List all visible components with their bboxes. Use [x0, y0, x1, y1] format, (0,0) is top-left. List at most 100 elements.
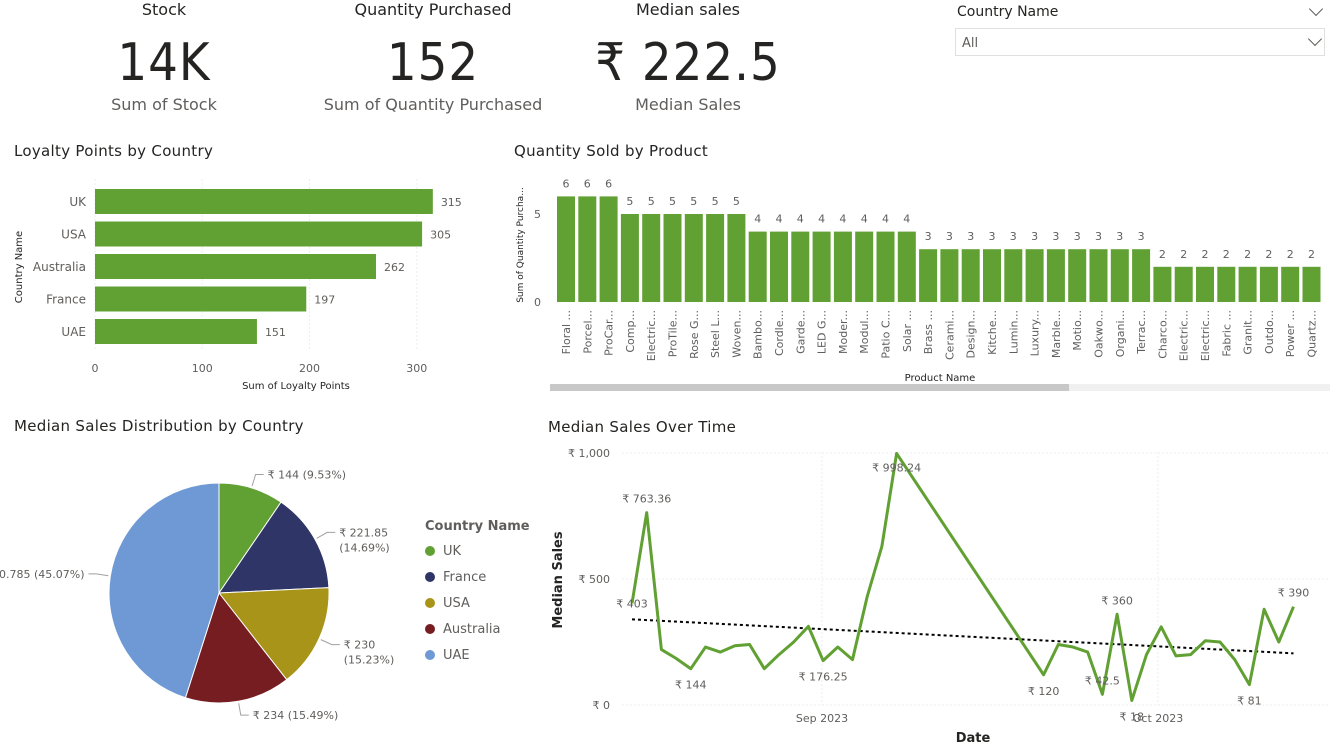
data-label: 2 — [1223, 248, 1230, 261]
data-label: ₹ 230 — [344, 639, 376, 652]
data-label: 315 — [441, 196, 462, 209]
x-tick-label: Luxury... — [1029, 310, 1042, 356]
legend-label: UAE — [443, 647, 470, 663]
data-label: 3 — [1052, 230, 1059, 243]
data-label: 3 — [1031, 230, 1038, 243]
bar — [95, 286, 307, 312]
data-label: 3 — [989, 230, 996, 243]
data-label: 4 — [861, 213, 868, 226]
kpi-title: Stock — [141, 0, 187, 19]
bar — [1196, 266, 1214, 302]
kpi-title: Median sales — [635, 0, 741, 19]
data-label: 5 — [648, 195, 655, 208]
data-label: 6 — [605, 177, 612, 190]
data-label: 4 — [797, 213, 804, 226]
kpi-value: 14K — [117, 33, 211, 93]
bar — [95, 189, 433, 214]
bar — [1238, 266, 1257, 302]
x-tick-label: Granit... — [1242, 310, 1255, 355]
kpi-card-median-sales: Median sales ₹ 222.5 Median Sales — [578, 0, 798, 135]
legend-item-australia[interactable]: Australia — [425, 616, 530, 642]
x-tick-label: LED G... — [816, 310, 829, 354]
bar — [95, 254, 376, 279]
slicer-dropdown[interactable]: All — [955, 28, 1325, 56]
data-label: 4 — [818, 213, 825, 226]
x-tick-label: Quartz... — [1306, 310, 1319, 357]
data-label: 5 — [712, 195, 719, 208]
kpi-title: Quantity Purchased — [354, 0, 512, 19]
x-tick-label: ProCar... — [603, 310, 616, 356]
data-label: 5 — [669, 195, 676, 208]
legend-label: Australia — [443, 621, 501, 637]
data-label: 2 — [1265, 248, 1272, 261]
leader-line — [316, 531, 336, 539]
x-tick-label: Electric... — [645, 310, 658, 361]
data-label: 3 — [1074, 230, 1081, 243]
data-label: 5 — [690, 195, 697, 208]
bar — [727, 214, 746, 302]
bar — [1259, 266, 1278, 302]
bar — [1302, 266, 1321, 302]
x-tick-label: Porcel... — [581, 310, 594, 354]
bar — [1132, 249, 1151, 302]
y-tick-label: 0 — [534, 296, 541, 309]
x-tick-label: Brass ... — [922, 310, 935, 354]
kpi-subtitle: Sum of Stock — [111, 95, 217, 114]
y-axis-title: Sum of Quantity Purcha... — [516, 187, 526, 303]
line-chart: ₹ 0₹ 500₹ 1,000Sep 2023 Oct 2023DateMedia… — [551, 447, 1330, 746]
data-label: ₹ 144 (9.53%) — [268, 469, 347, 482]
x-tick-label: Garde... — [794, 310, 807, 354]
data-label: 3 — [946, 230, 953, 243]
x-tick-label: Comp... — [624, 310, 637, 353]
bar — [919, 249, 938, 302]
x-tick-label: Steel L... — [709, 310, 722, 358]
data-label: ₹ 360 — [1101, 594, 1133, 607]
data-label: 305 — [430, 229, 451, 242]
data-label: 2 — [1180, 248, 1187, 261]
data-label: ₹ 390 — [1278, 587, 1310, 600]
legend-item-france[interactable]: France — [425, 564, 530, 590]
series-line — [630, 451, 1295, 702]
legend-dot — [425, 650, 435, 660]
x-tick-label: Charco... — [1156, 310, 1169, 359]
legend-item-uae[interactable]: UAE — [425, 642, 530, 668]
loyalty-chart-title: Loyalty Points by Country — [14, 142, 214, 160]
data-label: ₹ 42.5 — [1085, 674, 1120, 687]
kpi-subtitle: Median Sales — [635, 95, 741, 114]
y-tick-label: USA — [61, 228, 87, 242]
bar — [791, 231, 810, 302]
data-label: ₹ 221.85 — [339, 526, 388, 539]
y-axis-title: Country Name — [14, 231, 25, 303]
bar — [1004, 249, 1023, 302]
x-tick-label: Electric... — [1178, 310, 1191, 361]
data-label: 5 — [626, 195, 633, 208]
bar — [663, 214, 682, 302]
scrollbar-thumb[interactable] — [550, 384, 1069, 391]
bar — [578, 196, 597, 302]
legend-label: France — [443, 569, 487, 585]
x-tick-label: Solar ... — [901, 310, 914, 352]
kpi-card-stock: Stock 14K Sum of Stock — [64, 0, 264, 135]
data-label: ₹ 144 — [675, 679, 707, 692]
data-label: 3 — [967, 230, 974, 243]
data-label: (14.69%) — [339, 541, 390, 554]
legend-item-uk[interactable]: UK — [425, 538, 530, 564]
bar — [897, 231, 916, 302]
data-label: 197 — [314, 294, 335, 307]
legend-item-usa[interactable]: USA — [425, 590, 530, 616]
y-tick-label: ₹ 1,000 — [568, 447, 610, 460]
data-label: 151 — [265, 326, 286, 339]
pie-legend: Country Name UK France USA Australia UAE — [425, 519, 530, 668]
bar — [1068, 249, 1087, 302]
x-tick-label: 200 — [299, 362, 320, 375]
legend-label: UK — [443, 543, 462, 559]
bar — [642, 214, 661, 302]
y-tick-label: ₹ 0 — [593, 699, 611, 712]
horizontal-scrollbar[interactable] — [550, 384, 1330, 391]
chevron-down-icon — [1307, 31, 1323, 47]
bar — [748, 231, 767, 302]
bar — [876, 231, 895, 302]
x-tick-label: 100 — [192, 362, 213, 375]
x-tick-label: Kitche... — [986, 310, 999, 355]
chevron-down-icon[interactable] — [1308, 1, 1324, 17]
